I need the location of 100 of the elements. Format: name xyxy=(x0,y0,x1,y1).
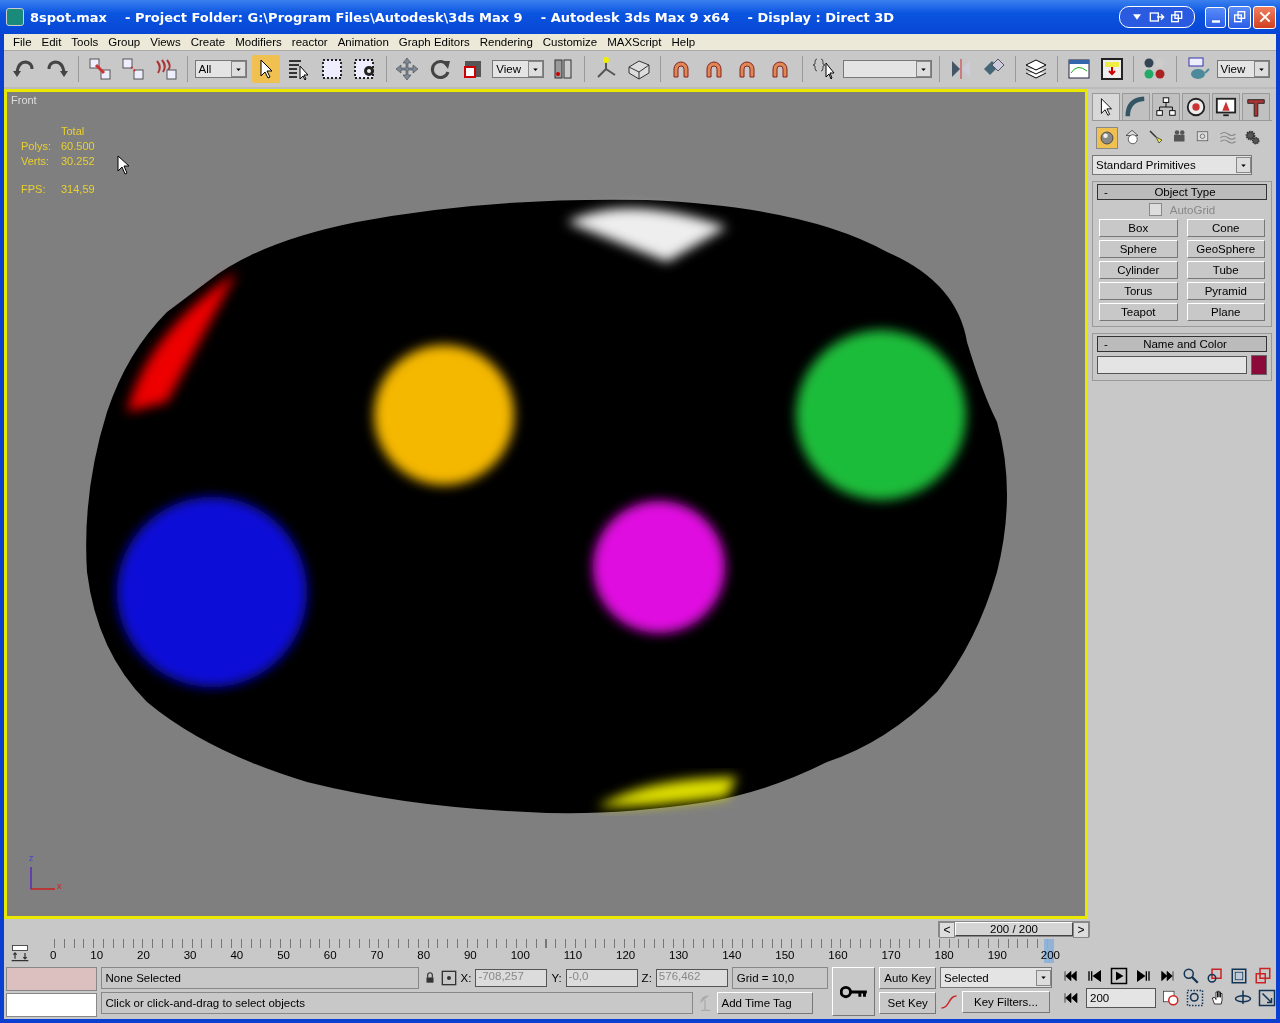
key-filters-button[interactable]: Key Filters... xyxy=(962,991,1050,1013)
category-dropdown[interactable]: Standard Primitives xyxy=(1092,155,1252,175)
menu-item[interactable]: Tools xyxy=(66,36,104,48)
light-icon[interactable] xyxy=(1147,128,1165,146)
menu-item[interactable]: Rendering xyxy=(474,36,538,48)
rollout-header[interactable]: - Object Type xyxy=(1097,184,1267,200)
primitive-button[interactable]: Sphere xyxy=(1099,240,1178,258)
primitive-button[interactable]: GeoSphere xyxy=(1186,240,1265,258)
maximize-viewport-icon[interactable] xyxy=(1258,989,1276,1007)
primitive-button[interactable]: Torus xyxy=(1099,282,1178,300)
menu-item[interactable]: reactor xyxy=(286,36,333,48)
render-view-dropdown[interactable]: View xyxy=(1216,60,1271,78)
zoom-extents-icon[interactable] xyxy=(1230,967,1248,985)
track-bar[interactable]: 0 10 20 30 40 50 60 70 80 90 100 110 120 130 140 150 160 170 180 190 200 xyxy=(50,939,1060,965)
menu-item[interactable]: Edit xyxy=(36,36,67,48)
frame-number: 130 xyxy=(669,949,689,961)
go-to-start-icon[interactable] xyxy=(1062,968,1080,984)
frame-number: 30 xyxy=(183,949,197,961)
fps-label: FPS: xyxy=(21,183,47,195)
set-key-toggle-button[interactable]: Set Key xyxy=(879,992,936,1014)
current-frame-field[interactable]: 200 xyxy=(1086,988,1156,1008)
maximize-button[interactable] xyxy=(1228,5,1251,29)
motion-tab[interactable] xyxy=(1182,93,1210,120)
menu-item[interactable]: File xyxy=(8,36,37,48)
auto-key-button[interactable]: Auto Key xyxy=(879,967,936,989)
time-config-icon[interactable] xyxy=(1162,989,1180,1007)
previous-frame-icon[interactable] xyxy=(1086,968,1104,984)
curve-editor-icon[interactable] xyxy=(1067,57,1092,81)
export-icon[interactable] xyxy=(1148,9,1166,25)
menu-item[interactable]: Graph Editors xyxy=(393,36,475,48)
zoom-extents-all-icon[interactable] xyxy=(1254,967,1272,985)
menu-item[interactable]: MAXScript xyxy=(602,36,667,48)
menu-item[interactable]: Views xyxy=(145,36,186,48)
create-tab[interactable] xyxy=(1092,93,1120,120)
keyboard-icon[interactable] xyxy=(627,57,651,81)
rect-select-icon[interactable] xyxy=(319,57,344,81)
menu-item[interactable]: Animation xyxy=(332,36,394,48)
rotate-icon[interactable] xyxy=(428,57,453,81)
previous-frame-button[interactable]: < xyxy=(939,922,955,938)
move-icon[interactable] xyxy=(395,57,420,81)
layers-icon[interactable] xyxy=(1024,57,1049,81)
primitive-button[interactable]: Tube xyxy=(1186,261,1265,279)
rollout-header[interactable]: - Name and Color xyxy=(1097,336,1267,352)
menu-item[interactable]: Create xyxy=(185,36,231,48)
menu-item[interactable]: Help xyxy=(666,36,701,48)
utilities-tab[interactable] xyxy=(1242,93,1270,120)
play-icon[interactable] xyxy=(1110,967,1128,985)
shape-icon[interactable] xyxy=(1123,128,1141,146)
tangent-curve-icon[interactable] xyxy=(940,993,958,1011)
frame-number: 170 xyxy=(881,949,901,961)
named-selection-dropdown[interactable] xyxy=(842,60,932,78)
key-mode-dropdown[interactable]: Selected xyxy=(940,967,1052,988)
name-field[interactable] xyxy=(1097,356,1247,374)
zoom-all-icon[interactable] xyxy=(1206,967,1224,985)
zoom-icon[interactable] xyxy=(1182,967,1200,985)
link-icon[interactable] xyxy=(87,57,112,81)
next-frame-icon[interactable] xyxy=(1134,968,1152,984)
color-swatch[interactable] xyxy=(1251,355,1267,375)
teapot-icon[interactable] xyxy=(1185,57,1210,81)
primitive-button[interactable]: Box xyxy=(1099,219,1178,237)
select-by-name-icon[interactable] xyxy=(286,57,311,81)
modify-tab[interactable] xyxy=(1122,93,1150,120)
system-icon[interactable] xyxy=(1243,128,1261,146)
y-label: Y: xyxy=(551,972,562,984)
motion-icon xyxy=(1185,96,1207,118)
minimize-button[interactable] xyxy=(1205,6,1226,28)
primitive-button[interactable]: Pyramid xyxy=(1186,282,1265,300)
bracket-cursor-icon[interactable] xyxy=(811,57,836,81)
frame-number: 150 xyxy=(775,949,795,961)
next-frame-button[interactable]: > xyxy=(1073,922,1089,938)
primitive-button[interactable]: Cylinder xyxy=(1099,261,1178,279)
geometry-icon[interactable] xyxy=(1098,129,1116,147)
selection-filter-dropdown[interactable]: All xyxy=(194,60,247,78)
reference-coordinate-dropdown[interactable]: View xyxy=(492,60,545,78)
schematic-icon[interactable] xyxy=(1100,57,1125,81)
unlink-icon[interactable] xyxy=(120,57,145,81)
add-time-tag-button[interactable]: Add Time Tag xyxy=(716,992,813,1014)
absolute-mode-icon[interactable] xyxy=(440,970,457,986)
track-bar-toggle-icon[interactable] xyxy=(10,943,30,963)
set-key-button[interactable] xyxy=(831,967,876,1016)
hierarchy-tab[interactable] xyxy=(1152,93,1180,120)
orbit-icon[interactable] xyxy=(1234,989,1252,1007)
app-icon xyxy=(6,8,24,26)
menu-item[interactable]: Group xyxy=(103,36,146,48)
material-spheres-icon[interactable] xyxy=(1142,57,1167,81)
time-slider-thumb[interactable]: < 200 / 200 > xyxy=(938,921,1090,937)
go-to-end-icon[interactable] xyxy=(1158,968,1176,984)
window-crossing-icon[interactable] xyxy=(352,57,377,81)
axis-label: z xyxy=(29,853,34,863)
display-tab[interactable] xyxy=(1212,93,1240,120)
primitive-button[interactable]: Cone xyxy=(1186,219,1265,237)
primitive-button[interactable]: Plane xyxy=(1186,303,1265,321)
close-button[interactable] xyxy=(1253,5,1276,29)
menu-item[interactable]: Customize xyxy=(537,36,603,48)
frame-number: 140 xyxy=(722,949,742,961)
bind-icon[interactable] xyxy=(153,57,178,81)
menu-item[interactable]: Modifiers xyxy=(230,36,287,48)
viewport-controls-pill[interactable] xyxy=(1119,6,1195,28)
region-zoom-icon[interactable] xyxy=(1186,989,1204,1007)
primitive-button[interactable]: Teapot xyxy=(1099,303,1178,321)
